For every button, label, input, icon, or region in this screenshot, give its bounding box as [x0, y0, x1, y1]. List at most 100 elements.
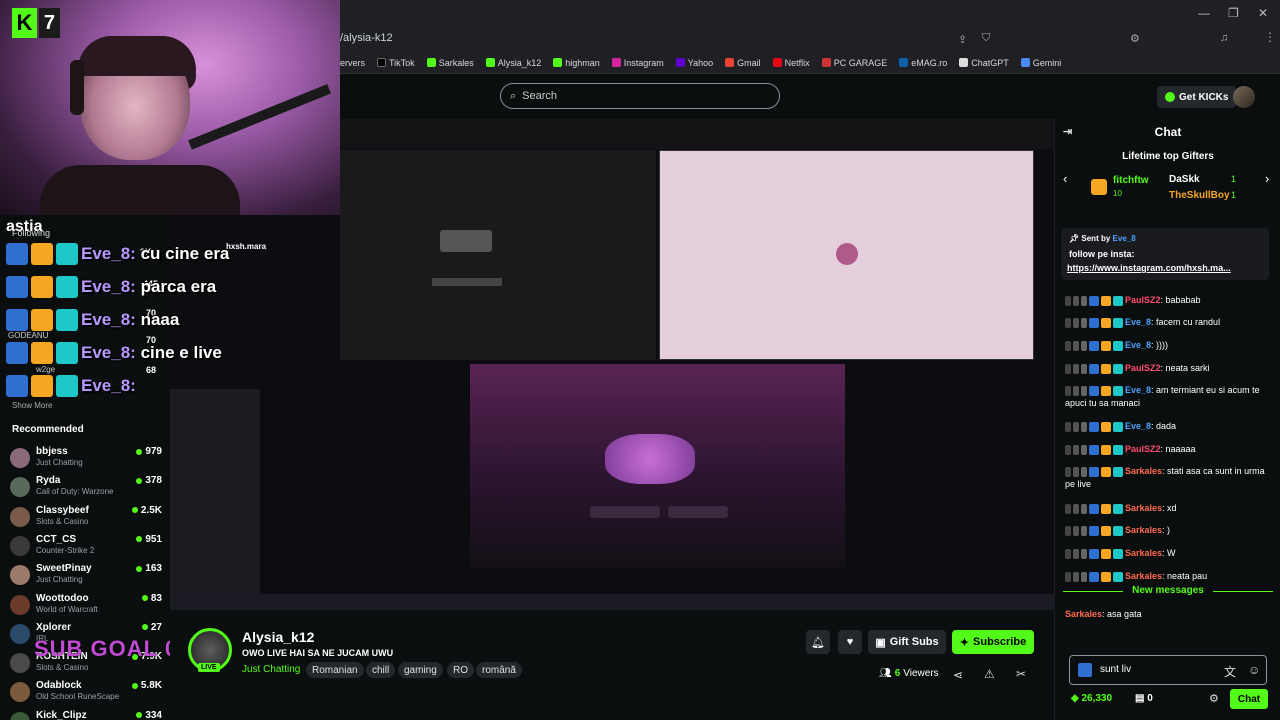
timeout-icon[interactable] — [1073, 363, 1079, 374]
close-icon[interactable]: ✕ — [1258, 6, 1268, 20]
gift-counter[interactable]: ▤ 0 — [1135, 693, 1153, 704]
delete-icon[interactable] — [1065, 317, 1071, 328]
timeout-icon[interactable] — [1073, 295, 1079, 306]
chat-username[interactable]: Sarkales — [1125, 503, 1162, 513]
timeout-icon[interactable] — [1073, 340, 1079, 351]
ban-icon[interactable] — [1081, 363, 1087, 374]
chat-username[interactable]: Sarkales — [1125, 571, 1162, 581]
bookmark[interactable]: PC GARAGE — [821, 58, 887, 68]
get-kicks-button[interactable]: Get KICKs — [1157, 86, 1237, 108]
music-icon[interactable]: ♫ — [1220, 32, 1228, 44]
bookmark[interactable]: Netflix — [772, 58, 810, 68]
search-input[interactable]: ⌕ Search — [500, 83, 780, 109]
emote-menu-icon[interactable] — [1078, 663, 1092, 677]
gifter-name[interactable]: DaSkk — [1169, 174, 1200, 185]
timeout-icon[interactable] — [1073, 385, 1079, 396]
shield-icon[interactable]: ⛉ — [982, 32, 990, 45]
delete-icon[interactable] — [1065, 525, 1071, 536]
chat-username[interactable]: Eve_8 — [1125, 385, 1151, 395]
bookmark[interactable]: Alysia_k12 — [485, 58, 541, 68]
delete-icon[interactable] — [1065, 466, 1071, 477]
category-link[interactable]: Just Chatting — [242, 664, 300, 675]
minimize-icon[interactable]: — — [1198, 6, 1210, 20]
chat-input[interactable] — [1100, 664, 1220, 675]
bookmark[interactable]: highman — [553, 58, 600, 68]
timeout-icon[interactable] — [1073, 444, 1079, 455]
recommended-channel[interactable]: Kick_Clipz 334 — [10, 710, 162, 720]
recommended-channel[interactable]: Classybeef Slots & Casino 2.5K — [10, 505, 162, 533]
share-icon[interactable]: ⋖ — [953, 668, 963, 682]
ban-icon[interactable] — [1081, 421, 1087, 432]
chat-username[interactable]: Eve_8 — [1125, 317, 1151, 327]
ban-icon[interactable] — [1081, 571, 1087, 582]
recommended-channel[interactable]: Ryda Call of Duty: Warzone 378 — [10, 475, 162, 503]
timeout-icon[interactable] — [1073, 571, 1079, 582]
menu-icon[interactable]: ⋮ — [1264, 30, 1276, 44]
gift-subs-button[interactable]: ▣ Gift Subs — [868, 630, 946, 654]
tag[interactable]: română — [476, 662, 522, 678]
timeout-icon[interactable] — [1073, 525, 1079, 536]
extensions-icon[interactable]: ⚙ — [1130, 32, 1140, 45]
ban-icon[interactable] — [1081, 295, 1087, 306]
chevron-left-icon[interactable]: ‹ — [1063, 171, 1067, 186]
share-icon[interactable]: ⇪ — [958, 33, 967, 46]
settings-gear-icon[interactable]: ⚙ — [1209, 692, 1219, 705]
chevron-right-icon[interactable]: › — [1265, 171, 1269, 186]
ban-icon[interactable] — [1081, 548, 1087, 559]
ban-icon[interactable] — [1081, 385, 1087, 396]
recommended-channel[interactable]: Woottodoo World of Warcraft 83 — [10, 593, 162, 621]
chat-username[interactable]: Sarkales — [1065, 609, 1102, 619]
pinned-link[interactable]: https://www.instagram.com/hxsh.ma... — [1067, 263, 1231, 273]
tag[interactable]: chill — [366, 662, 396, 678]
emoji-icon[interactable]: ☺ — [1248, 663, 1260, 677]
ban-icon[interactable] — [1081, 466, 1087, 477]
bookmark[interactable]: eMAG.ro — [899, 58, 947, 68]
recommended-channel[interactable]: bbjess Just Chatting 979 — [10, 446, 162, 474]
pinned-message[interactable]: 📌︎ Sent by Eve_8 follow pe insta: https:… — [1061, 228, 1269, 280]
new-messages-divider[interactable]: New messages — [1055, 585, 1280, 596]
chat-username[interactable]: Sarkales — [1125, 548, 1162, 558]
url-text[interactable]: /alysia-k12 — [340, 32, 393, 44]
recommended-channel[interactable]: Odablock Old School RuneScape 5.8K — [10, 680, 162, 708]
channel-name[interactable]: Alysia_k12 — [242, 629, 314, 645]
timeout-icon[interactable] — [1073, 548, 1079, 559]
ban-icon[interactable] — [1081, 525, 1087, 536]
chat-username[interactable]: PaulSZ2 — [1125, 363, 1161, 373]
timeout-icon[interactable] — [1073, 466, 1079, 477]
delete-icon[interactable] — [1065, 363, 1071, 374]
ban-icon[interactable] — [1081, 503, 1087, 514]
pinned-user[interactable]: Eve_8 — [1113, 234, 1136, 243]
notification-bell-icon[interactable]: 🔔︎ — [806, 630, 830, 654]
send-chat-button[interactable]: Chat — [1230, 689, 1268, 709]
delete-icon[interactable] — [1065, 295, 1071, 306]
subscribe-button[interactable]: ✦ Subscribe — [952, 630, 1034, 654]
kicks-balance[interactable]: ◆ 26,330 — [1071, 693, 1112, 704]
tag[interactable]: gaming — [398, 662, 443, 678]
bookmark[interactable]: TikTok — [377, 58, 415, 68]
ban-icon[interactable] — [1081, 340, 1087, 351]
collapse-chat-icon[interactable]: ⇥ — [1063, 125, 1072, 138]
chat-username[interactable]: Sarkales — [1125, 525, 1162, 535]
bookmark[interactable]: ChatGPT — [959, 58, 1009, 68]
chat-username[interactable]: Eve_8 — [1125, 421, 1151, 431]
ban-icon[interactable] — [1081, 317, 1087, 328]
chat-username[interactable]: Eve_8 — [1125, 340, 1151, 350]
bookmark[interactable]: Sarkales — [426, 58, 474, 68]
delete-icon[interactable] — [1065, 421, 1071, 432]
report-icon[interactable]: ⚠ — [984, 667, 995, 681]
delete-icon[interactable] — [1065, 548, 1071, 559]
delete-icon[interactable] — [1065, 571, 1071, 582]
recommended-channel[interactable]: SweetPinay Just Chatting 163 — [10, 563, 162, 591]
ban-icon[interactable] — [1081, 444, 1087, 455]
chat-input-box[interactable]: 文 ☺ — [1069, 655, 1267, 685]
bookmark[interactable]: Instagram — [611, 58, 664, 68]
delete-icon[interactable] — [1065, 385, 1071, 396]
chat-username[interactable]: Sarkales — [1125, 466, 1162, 476]
bookmark[interactable]: Gemini — [1020, 58, 1061, 68]
delete-icon[interactable] — [1065, 444, 1071, 455]
timeout-icon[interactable] — [1073, 503, 1079, 514]
bookmark[interactable]: Yahoo — [675, 58, 713, 68]
tag[interactable]: RO — [447, 662, 474, 678]
tag[interactable]: Romanian — [306, 662, 364, 678]
user-avatar[interactable] — [1233, 86, 1255, 108]
